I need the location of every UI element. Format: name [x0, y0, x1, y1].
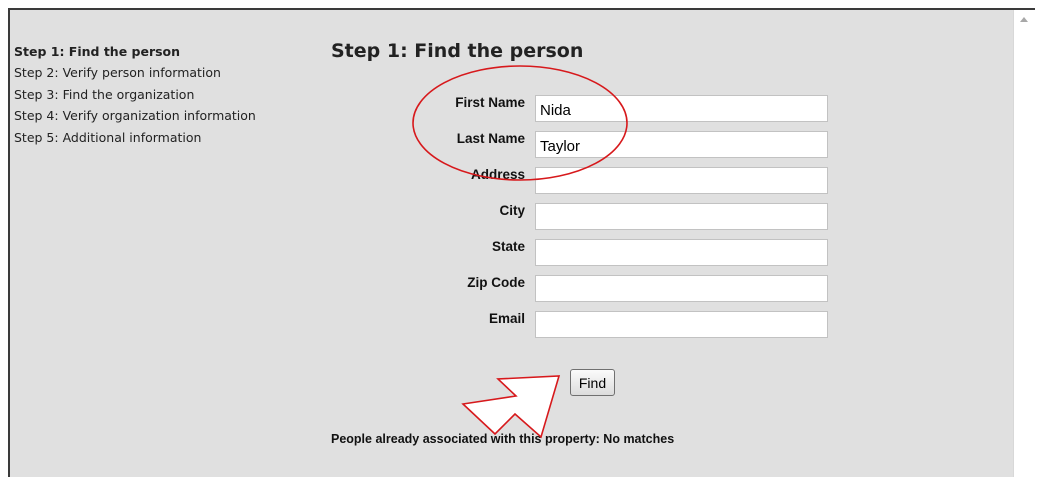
step-1-find-person: Step 1: Find the person [14, 44, 181, 59]
last-name-label: Last Name [456, 131, 525, 146]
email-label: Email [488, 311, 525, 326]
find-button[interactable]: Find [570, 369, 615, 396]
first-name-label: First Name [455, 95, 525, 110]
city-label: City [499, 203, 525, 218]
last-name-input[interactable] [535, 131, 828, 158]
email-input[interactable] [535, 311, 828, 338]
zip-code-input[interactable] [535, 275, 828, 302]
property-association-status: People already associated with this prop… [331, 432, 675, 446]
state-label: State [491, 239, 525, 254]
zip-code-label: Zip Code [467, 275, 525, 290]
first-name-input[interactable] [535, 95, 828, 122]
address-input[interactable] [535, 167, 828, 194]
vertical-scrollbar[interactable] [1013, 10, 1035, 477]
step-4-verify-organization: Step 4: Verify organization information [14, 108, 256, 124]
scroll-up-arrow-icon[interactable] [1020, 17, 1028, 22]
page-title: Step 1: Find the person [331, 40, 584, 62]
city-input[interactable] [535, 203, 828, 230]
address-label: Address [470, 167, 525, 182]
step-navigation: Step 1: Find the person Step 2: Verify p… [14, 41, 256, 148]
step-2-verify-person: Step 2: Verify person information [14, 65, 221, 81]
step-5-additional-information: Step 5: Additional information [14, 129, 202, 145]
step-3-find-organization: Step 3: Find the organization [14, 86, 195, 102]
state-input[interactable] [535, 239, 828, 266]
